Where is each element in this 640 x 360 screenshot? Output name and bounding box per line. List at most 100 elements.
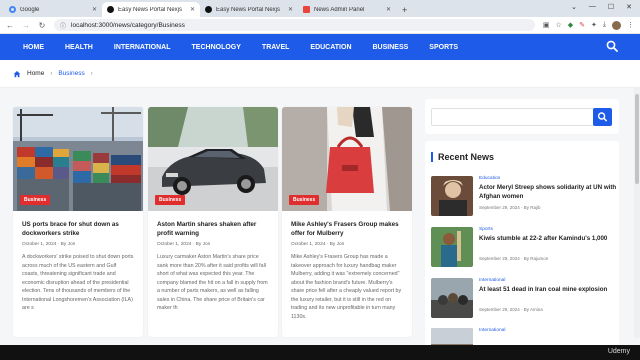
close-tab-icon[interactable]: ✕ (386, 6, 391, 13)
google-favicon-icon (9, 6, 16, 13)
nav-item-sports[interactable]: SPORTS (429, 44, 458, 51)
url-bar[interactable]: ⓘ localhost:3000/news/category/Business (54, 19, 535, 31)
browser-window: Google ✕ Easy News Portal Nexjs ✕ Easy N… (0, 0, 640, 345)
minimize-icon[interactable]: — (589, 3, 596, 11)
recent-category[interactable]: Education (479, 176, 500, 181)
recent-title[interactable]: Actor Meryl Streep shows solidarity at U… (479, 184, 617, 201)
profile-avatar-icon[interactable] (612, 20, 621, 30)
bookmark-star-icon[interactable]: ☆ (555, 21, 561, 29)
admin-favicon-icon (303, 6, 310, 13)
article-image-containers[interactable]: Business (13, 107, 143, 211)
maximize-icon[interactable]: ☐ (608, 3, 614, 11)
chevron-right-icon: › (90, 70, 93, 77)
article-excerpt: A dockworkers' strike poised to shut dow… (22, 254, 134, 311)
close-tab-icon[interactable]: ✕ (190, 6, 195, 13)
breadcrumb-home[interactable]: Home (27, 70, 44, 77)
recent-title[interactable]: At least 51 dead in Iran coal mine explo… (479, 286, 617, 295)
chevron-down-icon[interactable]: ⌄ (571, 3, 577, 11)
article-card[interactable]: Business Mike Ashley's Frasers Group mak… (282, 107, 412, 337)
camera-icon[interactable]: ▣ (543, 21, 550, 29)
article-card[interactable]: Business US ports brace for shut down as… (13, 107, 143, 337)
sidebar-search-input[interactable] (431, 108, 594, 126)
browser-tab-google[interactable]: Google ✕ (4, 2, 102, 17)
nav-item-travel[interactable]: TRAVEL (262, 44, 289, 51)
nav-item-international[interactable]: INTERNATIONAL (114, 44, 171, 51)
recent-news-panel: Recent News Education Actor Meryl Streep… (425, 141, 619, 345)
close-window-icon[interactable]: ✕ (626, 3, 632, 11)
recent-news-heading: Recent News (431, 152, 494, 162)
puzzle-icon[interactable]: ✦ (591, 21, 597, 29)
window-controls: ⌄ — ☐ ✕ (563, 3, 640, 15)
sidebar-search (425, 99, 619, 134)
breadcrumb: Home › Business › (0, 60, 640, 88)
nav-item-health[interactable]: HEALTH (65, 44, 93, 51)
browser-tab-news-active[interactable]: Easy News Portal Nexjs ✕ (102, 2, 200, 17)
breadcrumb-current[interactable]: Business (58, 70, 84, 77)
extension-icon[interactable]: ◆ (568, 21, 573, 29)
tab-strip: Google ✕ Easy News Portal Nexjs ✕ Easy N… (0, 0, 640, 17)
recent-thumb-image[interactable] (431, 227, 473, 267)
udemy-watermark: Udemy (607, 348, 630, 355)
tab-label: Easy News Portal Nexjs (118, 6, 183, 13)
search-icon (597, 112, 607, 122)
download-icon[interactable]: ⤓ (603, 21, 606, 29)
article-image-car[interactable]: Business (148, 107, 278, 211)
nav-item-education[interactable]: EDUCATION (310, 44, 351, 51)
recent-thumb-image[interactable] (431, 176, 473, 216)
category-badge[interactable]: Business (20, 195, 51, 205)
home-icon[interactable] (13, 70, 21, 78)
article-card[interactable]: Business Aston Martin shares shaken afte… (148, 107, 278, 337)
site-info-icon[interactable]: ⓘ (60, 21, 66, 30)
recent-thumb-image[interactable] (431, 328, 473, 345)
scrollbar-thumb[interactable] (635, 94, 639, 184)
search-icon[interactable] (606, 40, 618, 52)
menu-kebab-icon[interactable]: ⋮ (627, 21, 634, 29)
reload-icon[interactable]: ↻ (38, 21, 46, 30)
category-badge[interactable]: Business (155, 195, 186, 205)
sidebar-search-button[interactable] (593, 108, 612, 126)
article-excerpt: Mike Ashley's Frasers Group has made a t… (291, 254, 402, 320)
forward-arrow-icon[interactable]: → (22, 21, 30, 30)
article-meta: October 1, 2024 · By Jon (291, 242, 345, 247)
browser-tab-admin[interactable]: News Admin Panel ✕ (298, 2, 396, 17)
tab-label: Google (20, 6, 40, 13)
article-title[interactable]: Mike Ashley's Frasers Group makes offer … (282, 211, 412, 240)
article-title[interactable]: US ports brace for shut down as dockwork… (13, 211, 143, 240)
nextjs-favicon-icon (107, 6, 114, 13)
recent-meta: September 29, 2024 · By Rajib (479, 205, 541, 210)
toolbar-icons: ▣ ☆ ◆ ✎ ✦ ⤓ ⋮ (543, 20, 634, 30)
category-badge[interactable]: Business (289, 195, 320, 205)
recent-title[interactable]: Kiwis stumble at 22-2 after Kamindu's 1,… (479, 235, 617, 244)
article-excerpt: Luxury carmaker Aston Martin's share pri… (157, 254, 268, 311)
url-text: localhost:3000/news/category/Business (71, 21, 185, 29)
page-scrollbar[interactable] (634, 88, 640, 338)
address-toolbar: ← → ↻ ⓘ localhost:3000/news/category/Bus… (0, 17, 640, 34)
video-bottom-bar: Udemy (0, 345, 640, 360)
close-tab-icon[interactable]: ✕ (92, 6, 97, 13)
back-arrow-icon[interactable]: ← (6, 21, 14, 30)
recent-news-item[interactable]: International At least 51 dead in Iran c… (431, 278, 617, 320)
article-image-handbag[interactable]: Business (282, 107, 412, 211)
article-meta: October 1, 2024 · By Jon (157, 242, 211, 247)
recent-news-item[interactable]: Education Actor Meryl Streep shows solid… (431, 176, 617, 218)
close-tab-icon[interactable]: ✕ (288, 6, 293, 13)
main-content: Business US ports brace for shut down as… (0, 88, 640, 345)
chevron-right-icon: › (50, 70, 53, 77)
new-tab-button[interactable]: + (396, 5, 413, 17)
nav-item-technology[interactable]: TECHNOLOGY (192, 44, 241, 51)
browser-tab-news[interactable]: Easy News Portal Nexjs ✕ (200, 2, 298, 17)
recent-news-item[interactable]: International (431, 328, 617, 345)
recent-category[interactable]: International (479, 278, 505, 283)
recent-meta: September 29, 2024 · By Rajumon (479, 256, 549, 261)
recent-news-item[interactable]: Sports Kiwis stumble at 22-2 after Kamin… (431, 227, 617, 269)
site-nav-bar: HOME HEALTH INTERNATIONAL TECHNOLOGY TRA… (0, 34, 640, 60)
article-title[interactable]: Aston Martin shares shaken after profit … (148, 211, 278, 240)
nav-item-home[interactable]: HOME (23, 44, 44, 51)
nav-item-business[interactable]: BUSINESS (373, 44, 409, 51)
tab-label: News Admin Panel (314, 6, 365, 13)
nextjs-favicon-icon (205, 6, 212, 13)
pen-icon[interactable]: ✎ (579, 21, 585, 29)
recent-category[interactable]: Sports (479, 227, 493, 232)
recent-category[interactable]: International (479, 328, 505, 333)
recent-thumb-image[interactable] (431, 278, 473, 318)
